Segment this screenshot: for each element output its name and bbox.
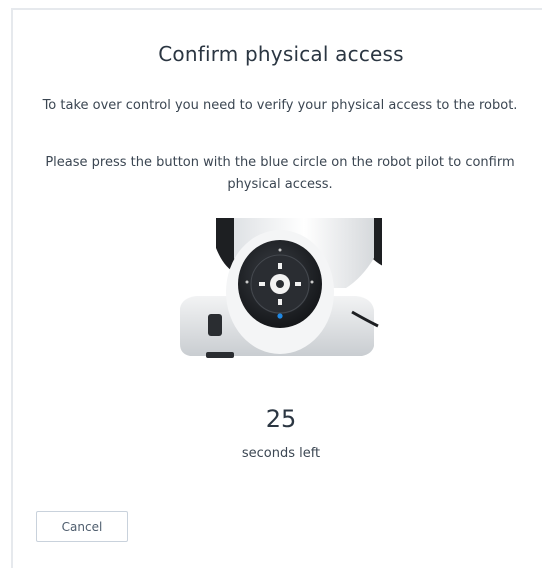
dialog-title: Confirm physical access bbox=[158, 42, 404, 66]
confirm-physical-access-dialog: Confirm physical access To take over con… bbox=[0, 0, 542, 568]
robot-pilot-image bbox=[176, 218, 396, 358]
instruction-text-2: Please press the button with the blue ci… bbox=[45, 155, 515, 192]
countdown-label: seconds left bbox=[241, 446, 321, 461]
instruction-text-1: To take over control you need to verify … bbox=[42, 98, 518, 113]
countdown-seconds: 25 bbox=[265, 405, 297, 433]
left-border bbox=[11, 8, 13, 568]
top-border bbox=[11, 8, 542, 10]
cancel-button[interactable]: Cancel bbox=[36, 511, 128, 542]
